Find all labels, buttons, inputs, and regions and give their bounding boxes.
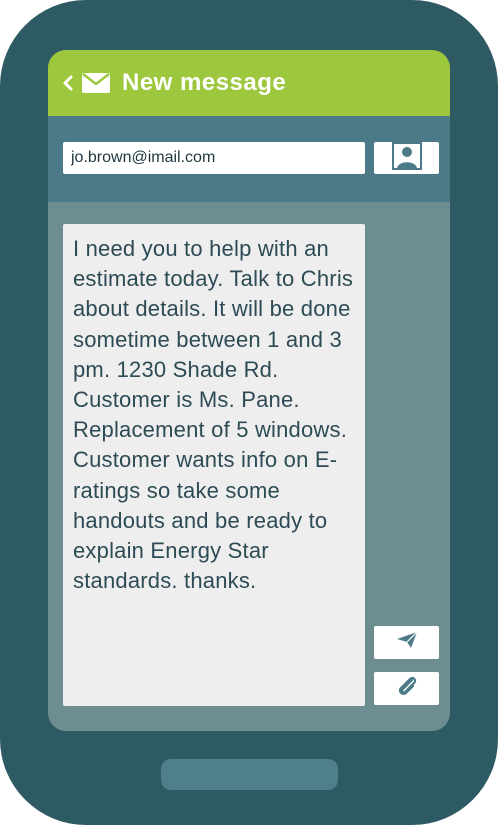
paper-plane-icon	[396, 631, 418, 654]
phone-screen: New message I need you to help with an e…	[48, 50, 450, 731]
send-button[interactable]	[374, 626, 439, 659]
envelope-icon	[82, 73, 110, 93]
contacts-button[interactable]	[374, 141, 439, 175]
recipient-bar	[48, 116, 450, 202]
recipient-input[interactable]	[63, 142, 365, 174]
person-icon	[391, 141, 422, 175]
chevron-left-icon[interactable]	[62, 74, 74, 92]
message-body[interactable]: I need you to help with an estimate toda…	[63, 224, 365, 706]
home-button[interactable]	[161, 759, 338, 790]
page-title: New message	[122, 69, 287, 96]
paperclip-icon	[396, 674, 418, 703]
app-header: New message	[48, 50, 450, 116]
attach-button[interactable]	[374, 672, 439, 705]
phone-frame: New message I need you to help with an e…	[0, 0, 498, 825]
